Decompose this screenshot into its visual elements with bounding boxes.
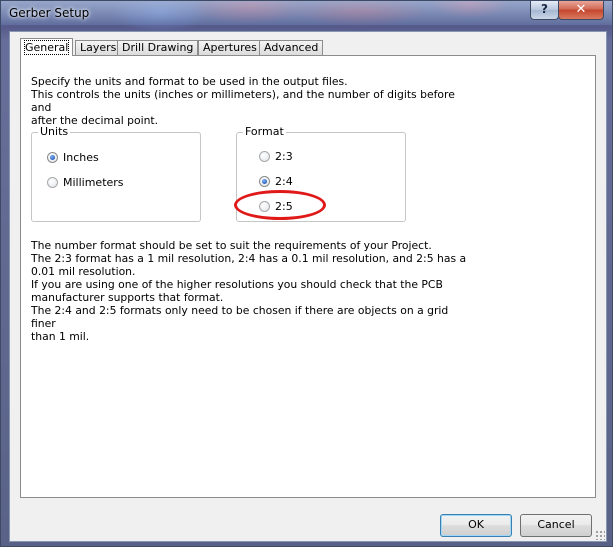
tab-apertures-label: Apertures: [203, 41, 257, 54]
help-icon: ?: [541, 2, 548, 16]
tab-advanced[interactable]: Advanced: [259, 40, 324, 55]
tab-general[interactable]: General: [20, 38, 74, 56]
format-2-5-label: 2:5: [275, 200, 293, 213]
units-group: Units Inches Millimeters: [31, 125, 201, 222]
cancel-button[interactable]: Cancel: [520, 514, 592, 537]
dialog-client-area: General Layers Drill Drawing Apertures A…: [9, 31, 607, 542]
tab-drill-drawing[interactable]: Drill Drawing: [117, 40, 199, 55]
notes-text: The number format should be set to suit …: [31, 239, 467, 343]
inches-radio[interactable]: Inches: [47, 151, 99, 164]
radio-unselected-icon: [259, 151, 270, 162]
format-2-3-label: 2:3: [275, 150, 293, 163]
close-icon: ✕: [575, 2, 587, 17]
units-group-label: Units: [38, 125, 71, 138]
close-button[interactable]: ✕: [558, 1, 604, 20]
window-title: Gerber Setup: [9, 6, 90, 20]
millimeters-label: Millimeters: [63, 176, 124, 189]
tab-layers-label: Layers: [80, 41, 117, 54]
inches-label: Inches: [63, 151, 99, 164]
resize-grip-icon[interactable]: [595, 530, 605, 540]
general-tab-page: Specify the units and format to be used …: [20, 55, 596, 498]
tab-advanced-label: Advanced: [264, 41, 319, 54]
ok-button[interactable]: OK: [440, 514, 512, 537]
intro-text: Specify the units and format to be used …: [31, 75, 455, 127]
format-2-4-label: 2:4: [275, 175, 293, 188]
radio-selected-icon: [259, 176, 270, 187]
radio-unselected-icon: [259, 201, 270, 212]
millimeters-radio[interactable]: Millimeters: [47, 176, 124, 189]
format-group: Format 2:3 2:4 2:5: [236, 125, 406, 222]
format-2-5-radio[interactable]: 2:5: [259, 200, 293, 213]
format-2-3-radio[interactable]: 2:3: [259, 150, 293, 163]
format-2-4-radio[interactable]: 2:4: [259, 175, 293, 188]
tab-general-label: General: [23, 40, 70, 55]
tab-apertures[interactable]: Apertures: [198, 40, 262, 55]
tab-drill-drawing-label: Drill Drawing: [122, 41, 194, 54]
radio-unselected-icon: [47, 177, 58, 188]
tab-layers[interactable]: Layers: [75, 40, 122, 55]
radio-selected-icon: [47, 152, 58, 163]
gerber-setup-dialog: Gerber Setup ? ✕ General Layers Drill Dr…: [0, 0, 613, 547]
help-button[interactable]: ?: [530, 1, 559, 20]
format-group-label: Format: [243, 125, 286, 138]
title-bar[interactable]: Gerber Setup ? ✕: [1, 1, 612, 25]
